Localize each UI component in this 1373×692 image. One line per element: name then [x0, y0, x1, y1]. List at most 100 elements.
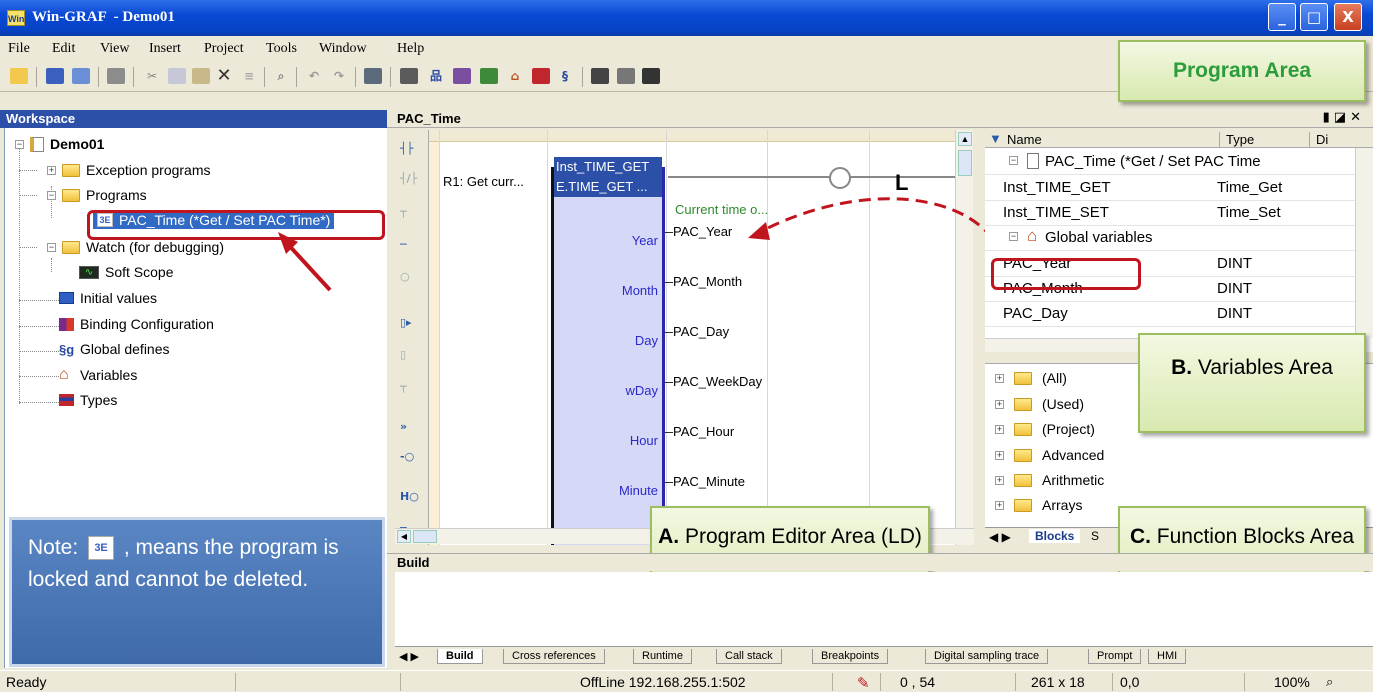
tab-prompt[interactable]: Prompt [1088, 649, 1142, 664]
find-icon[interactable]: ⌕ [272, 68, 290, 84]
contact-neg-icon[interactable]: ┤/├ [400, 172, 417, 185]
open-icon[interactable] [10, 68, 28, 84]
debug-icon[interactable] [642, 68, 660, 84]
collapse-icon[interactable]: − [15, 139, 24, 149]
contact-icon[interactable]: ┤├ [400, 142, 413, 155]
binoculars-icon[interactable]: ⌕ [1326, 674, 1333, 690]
block-item[interactable]: + (Used) [995, 396, 1084, 412]
tab-call-stack[interactable]: Call stack [716, 649, 782, 664]
tab-other[interactable]: S [1091, 529, 1099, 543]
collapse-icon[interactable]: − [47, 242, 56, 252]
horizontal-icon[interactable]: H○ [400, 490, 419, 503]
save-as-icon[interactable] [72, 68, 90, 84]
tab-scroll-icon[interactable]: ◀ ▶ [989, 530, 1011, 544]
out-month[interactable]: PAC_Month [673, 274, 742, 289]
delete-icon[interactable]: ✕ [215, 67, 233, 85]
out-year[interactable]: PAC_Year [673, 224, 732, 239]
block-item[interactable]: + (All) [995, 370, 1067, 386]
var-group-program[interactable]: − PAC_Time (*Get / Set PAC Time [985, 150, 1355, 175]
tree-exception-programs[interactable]: + Exception programs [47, 162, 211, 178]
fb2-icon[interactable]: ▯ [400, 348, 406, 361]
tree-variables[interactable]: ⌂ Variables [59, 366, 137, 384]
tab-breakpoints[interactable]: Breakpoints [812, 649, 889, 664]
var-row[interactable]: Inst_TIME_SET Time_Set [985, 201, 1355, 226]
vars-vscroll[interactable] [1355, 148, 1373, 338]
filter-icon[interactable]: ▼ [989, 131, 1002, 146]
copy-icon[interactable] [168, 68, 186, 84]
tree-root[interactable]: − Demo01 [15, 136, 104, 152]
var-row[interactable]: Inst_TIME_GET Time_Get [985, 176, 1355, 201]
var-group-global[interactable]: − ⌂ Global variables [985, 226, 1355, 251]
vars-hscroll[interactable] [985, 338, 1145, 352]
tree-binding-configuration[interactable]: Binding Configuration [59, 316, 214, 332]
branch-icon[interactable]: ┬ [400, 205, 407, 218]
tree-types[interactable]: Types [59, 392, 117, 408]
coil-icon[interactable]: ─ [400, 238, 407, 251]
tab-scroll-icon[interactable]: ◀ ▶ [399, 650, 419, 663]
print-icon[interactable] [107, 68, 125, 84]
home-icon[interactable]: ⌂ [506, 68, 524, 84]
tab-build[interactable]: Build [437, 649, 483, 664]
tab-digital-sampling-trace[interactable]: Digital sampling trace [925, 649, 1049, 664]
minimize-button[interactable]: _ [1268, 3, 1296, 31]
block-item[interactable]: + (Project) [995, 421, 1095, 437]
function-block[interactable]: Inst_TIME_GET E.TIME_GET ... Year Month … [551, 157, 665, 545]
var-row[interactable]: PAC_Day DINT [985, 302, 1355, 327]
menu-project[interactable]: Project [204, 41, 244, 57]
build-output[interactable] [395, 572, 1373, 646]
close-button[interactable]: X [1334, 3, 1362, 31]
download-icon[interactable] [617, 68, 635, 84]
cut-icon[interactable]: ✂ [143, 68, 161, 84]
out-day[interactable]: PAC_Day [673, 324, 729, 339]
grid-icon[interactable] [400, 68, 418, 84]
tree-soft-scope[interactable]: ∿ Soft Scope [79, 264, 174, 280]
menu-edit[interactable]: Edit [52, 41, 75, 57]
fb-icon[interactable]: ▯▸ [400, 316, 412, 329]
tree-global-defines[interactable]: §g Global defines [59, 341, 170, 357]
hierarchy-icon[interactable]: 品 [427, 68, 445, 84]
select-all-icon[interactable]: ≡ [240, 68, 258, 84]
tree-initial-values[interactable]: Initial values [59, 290, 157, 306]
expand-icon[interactable]: + [47, 165, 56, 175]
tree-programs[interactable]: − Programs [47, 187, 147, 203]
save-icon[interactable] [46, 68, 64, 84]
defines-icon[interactable]: § [556, 68, 574, 84]
window-layout-icon[interactable] [591, 68, 609, 84]
undo-icon[interactable]: ↶ [305, 68, 323, 84]
rung-icon[interactable]: ┬ [400, 380, 407, 393]
col-dim[interactable]: Di [1309, 132, 1328, 148]
maximize-button[interactable]: □ [1300, 3, 1328, 31]
paste-icon[interactable] [192, 68, 210, 84]
tab-runtime[interactable]: Runtime [633, 649, 692, 664]
app-logo-icon: Win [7, 10, 25, 26]
panel-controls-icon[interactable]: ▮◪✕ [1323, 110, 1365, 125]
out-minute[interactable]: PAC_Minute [673, 474, 745, 489]
tree-watch[interactable]: − Watch (for debugging) [47, 239, 224, 255]
settings-icon[interactable] [480, 68, 498, 84]
types-icon[interactable] [532, 68, 550, 84]
menu-file[interactable]: File [8, 41, 30, 57]
out-weekday[interactable]: PAC_WeekDay [673, 374, 762, 389]
menu-insert[interactable]: Insert [149, 41, 181, 57]
loop-icon[interactable]: ○ [400, 270, 410, 283]
collapse-icon[interactable]: − [47, 190, 56, 200]
col-name[interactable]: Name [1007, 132, 1042, 147]
out-hour[interactable]: PAC_Hour [673, 424, 734, 439]
block-item[interactable]: + Advanced [995, 447, 1104, 463]
jump-icon[interactable]: » [400, 420, 407, 433]
return-icon[interactable]: -○ [400, 450, 414, 463]
menu-tools[interactable]: Tools [266, 41, 297, 57]
compile-icon[interactable] [364, 68, 382, 84]
window-title: Win-GRAF - Demo01 [32, 9, 175, 25]
binding-icon[interactable] [453, 68, 471, 84]
menu-window[interactable]: Window [319, 41, 367, 57]
redo-icon[interactable]: ↷ [330, 68, 348, 84]
menu-help[interactable]: Help [397, 41, 424, 57]
tab-hmi[interactable]: HMI [1148, 649, 1187, 664]
block-item[interactable]: + Arithmetic [995, 472, 1104, 488]
menu-view[interactable]: View [100, 41, 129, 57]
col-type[interactable]: Type [1219, 132, 1254, 148]
tab-cross-references[interactable]: Cross references [503, 649, 605, 664]
tab-blocks[interactable]: Blocks [1029, 529, 1081, 543]
block-item[interactable]: + Arrays [995, 497, 1082, 513]
